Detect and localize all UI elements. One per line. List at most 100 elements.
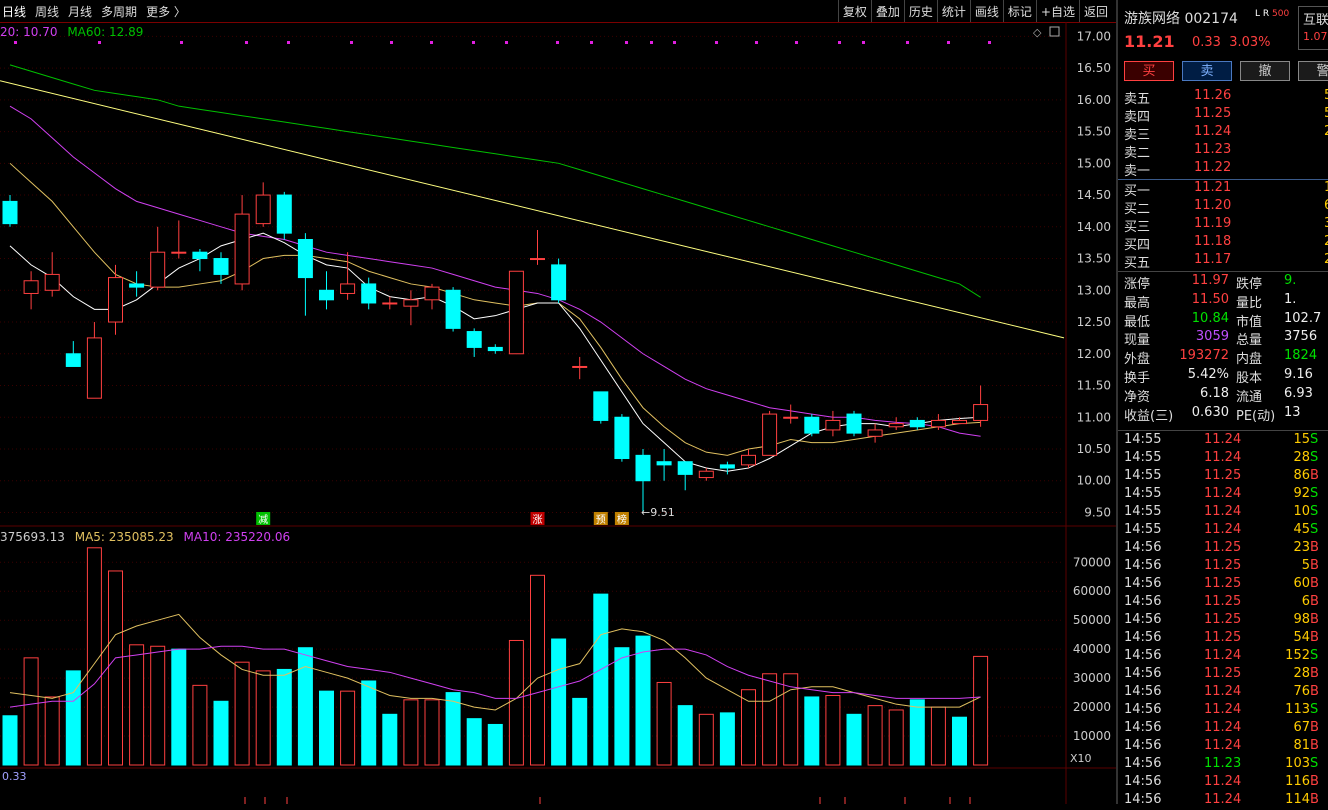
- bids-qty: 11: [1324, 180, 1328, 195]
- trade-qty: 15: [1293, 432, 1310, 447]
- bids-level-name: 买一: [1124, 184, 1151, 199]
- asks-row[interactable]: 卖四 11.25 5: [1124, 106, 1328, 125]
- event-marker[interactable]: 榜: [617, 513, 627, 526]
- asks-row[interactable]: 卖一 11.22: [1124, 160, 1328, 179]
- trade-side: S: [1310, 432, 1319, 447]
- collapse-icon[interactable]: ◇: [1033, 26, 1042, 39]
- bids-row[interactable]: 买二 11.20 6: [1124, 198, 1328, 217]
- volume-bar: [234, 661, 250, 766]
- candle-body: [825, 419, 841, 431]
- volume-bar: [572, 697, 588, 766]
- period-tab-2[interactable]: 月线: [68, 5, 92, 19]
- stat-value: 5.42%: [1187, 366, 1229, 382]
- tool-button-7[interactable]: 返回: [1078, 0, 1112, 22]
- stat-label: 收益(三): [1124, 408, 1174, 424]
- stats-row: 外盘 193272 内盘 1824: [1124, 348, 1328, 367]
- stat-label: 流通: [1236, 389, 1263, 405]
- tool-button-3[interactable]: 统计: [936, 0, 970, 22]
- volume-bar: [65, 670, 81, 766]
- volume-bar: [762, 673, 778, 766]
- stats-table: 涨停 11.97 跌停 9. 最高 11.50 量比 1. 最低 10.84 市值 102.7 现量 30…: [1124, 273, 1328, 424]
- candle-body: [234, 213, 250, 285]
- volume-bar: [614, 647, 630, 766]
- trade-row: 14:56 11.24 116 B: [1124, 774, 1328, 792]
- bids-row[interactable]: 买三 11.19 3: [1124, 216, 1328, 235]
- bids-row[interactable]: 买五 11.17 2: [1124, 252, 1328, 271]
- tool-button-4[interactable]: 画线: [969, 0, 1003, 22]
- vol-legend: 375693.13: [0, 530, 65, 544]
- cancel-order-button[interactable]: 撤: [1240, 61, 1290, 81]
- price-tick: 9.50: [1084, 505, 1111, 519]
- trade-time: 14:55: [1124, 432, 1162, 447]
- tool-button-1[interactable]: 叠加: [870, 0, 904, 22]
- period-tab-3[interactable]: 多周期: [101, 5, 137, 19]
- trade-row: 14:55 11.24 45 S: [1124, 522, 1328, 540]
- period-tab-1[interactable]: 周线: [35, 5, 59, 19]
- asks-level-name: 卖三: [1124, 128, 1151, 143]
- stats-row: 涨停 11.97 跌停 9.: [1124, 273, 1328, 292]
- bids-row[interactable]: 买四 11.18 2: [1124, 234, 1328, 253]
- tool-button-2[interactable]: 历史: [903, 0, 937, 22]
- period-tab-0[interactable]: 日线: [2, 5, 26, 19]
- bids-price: 11.21: [1194, 180, 1232, 195]
- trade-row: 14:55 11.25 86 B: [1124, 468, 1328, 486]
- candle-body: [445, 289, 461, 329]
- bids-row[interactable]: 买一 11.21 11: [1124, 180, 1328, 199]
- trade-qty: 5: [1301, 558, 1310, 573]
- stat-label: 量比: [1236, 295, 1263, 311]
- price-tick: 12.00: [1077, 347, 1111, 361]
- stat-label: 涨停: [1124, 277, 1151, 292]
- period-tab-4[interactable]: 更多 〉: [146, 5, 186, 19]
- price-tick: 15.00: [1077, 156, 1111, 170]
- event-marker[interactable]: 涨: [533, 514, 543, 526]
- vol-ma10-legend: MA10: 235220.06: [183, 530, 291, 544]
- volume-bar: [150, 645, 166, 766]
- event-dot: [795, 41, 798, 44]
- candle-body: [255, 194, 271, 225]
- buy-button[interactable]: 买: [1124, 61, 1174, 81]
- event-dot: [14, 41, 17, 44]
- tool-button-0[interactable]: 复权: [837, 0, 871, 22]
- trade-row: 14:56 11.25 6 B: [1124, 594, 1328, 612]
- lr-badge: L R 500: [1255, 9, 1289, 19]
- bids-price: 11.20: [1194, 198, 1232, 213]
- tick-trades[interactable]: 14:55 11.24 15 S 14:55 11.24 28 S 14:55 11.25 86 B 1…: [1124, 432, 1328, 810]
- price-tick: 10.50: [1077, 442, 1111, 456]
- stat-value: 193272: [1179, 348, 1229, 364]
- sector-box[interactable]: 互联 1.07: [1298, 6, 1328, 50]
- window-icon[interactable]: [1049, 26, 1060, 37]
- sector-pct: 1.07: [1303, 30, 1328, 43]
- asks-row[interactable]: 卖二 11.23: [1124, 142, 1328, 161]
- trade-price: 11.24: [1204, 450, 1242, 465]
- trade-qty: 45: [1293, 522, 1310, 537]
- stats-row: 净资 6.18 流通 6.93: [1124, 386, 1328, 405]
- quote-panel: 游族网络 002174 L R 500 互联 1.07 11.21 0.33 3…: [1116, 0, 1328, 807]
- volume-scale-label: X10: [1070, 752, 1092, 765]
- volume-bar: [361, 680, 377, 766]
- trade-price: 11.24: [1204, 504, 1242, 519]
- kline-chart-svg[interactable]: 17.00 16.50 16.00 15.50 15.00 14.50 14.00 13.50…: [0, 22, 1116, 804]
- trade-price: 11.24: [1204, 792, 1242, 807]
- tool-button-6[interactable]: +自选: [1035, 0, 1079, 22]
- trade-row: 14:56 11.24 113 S: [1124, 702, 1328, 720]
- asks-row[interactable]: 卖三 11.24 2: [1124, 124, 1328, 143]
- asks-price: 11.22: [1194, 160, 1232, 175]
- trade-price: 11.24: [1204, 738, 1242, 753]
- candle-body: [762, 413, 778, 456]
- kline-chart-area[interactable]: 17.00 16.50 16.00 15.50 15.00 14.50 14.00 13.50…: [0, 22, 1116, 804]
- event-marker[interactable]: 减: [258, 514, 268, 526]
- candle-body: [572, 365, 588, 368]
- event-marker[interactable]: 预: [596, 514, 606, 526]
- stat-label: 换手: [1124, 370, 1151, 386]
- candle-body: [530, 258, 545, 261]
- trade-time: 14:55: [1124, 450, 1162, 465]
- tool-button-5[interactable]: 标记: [1002, 0, 1036, 22]
- period-tabs: 日线 周线 月线 多周期 更多 〉: [2, 3, 195, 20]
- trade-side: S: [1310, 648, 1319, 663]
- candle-body: [319, 289, 334, 301]
- sell-button[interactable]: 卖: [1182, 61, 1232, 81]
- trade-row: 14:56 11.25 54 B: [1124, 630, 1328, 648]
- asks-row[interactable]: 卖五 11.26 5: [1124, 88, 1328, 107]
- alert-button[interactable]: 警: [1298, 61, 1328, 81]
- candle-body: [698, 470, 714, 479]
